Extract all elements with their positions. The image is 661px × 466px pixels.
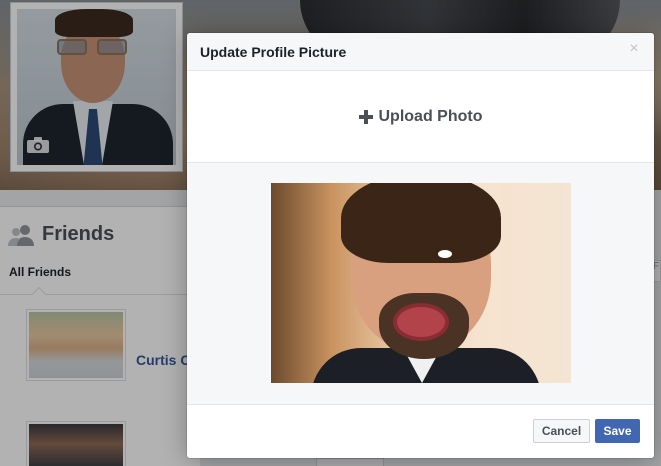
save-button[interactable]: Save	[595, 419, 640, 443]
update-profile-picture-dialog: Update Profile Picture × Upload Photo Ca…	[187, 33, 654, 458]
upload-photo-label: Upload Photo	[378, 107, 483, 125]
dialog-header: Update Profile Picture ×	[187, 33, 654, 71]
preview-eye-left	[375, 255, 405, 261]
photo-preview[interactable]	[271, 183, 571, 383]
close-icon[interactable]: ×	[626, 41, 642, 57]
preview-hair	[341, 183, 501, 263]
preview-eye-right	[435, 247, 455, 261]
dialog-footer: Cancel Save	[187, 405, 654, 458]
plus-icon	[358, 109, 373, 124]
dialog-title: Update Profile Picture	[200, 44, 347, 60]
photo-preview-area	[187, 163, 654, 405]
preview-mouth	[393, 303, 449, 341]
cancel-button[interactable]: Cancel	[533, 419, 590, 443]
upload-photo-button[interactable]: Upload Photo	[187, 71, 654, 163]
